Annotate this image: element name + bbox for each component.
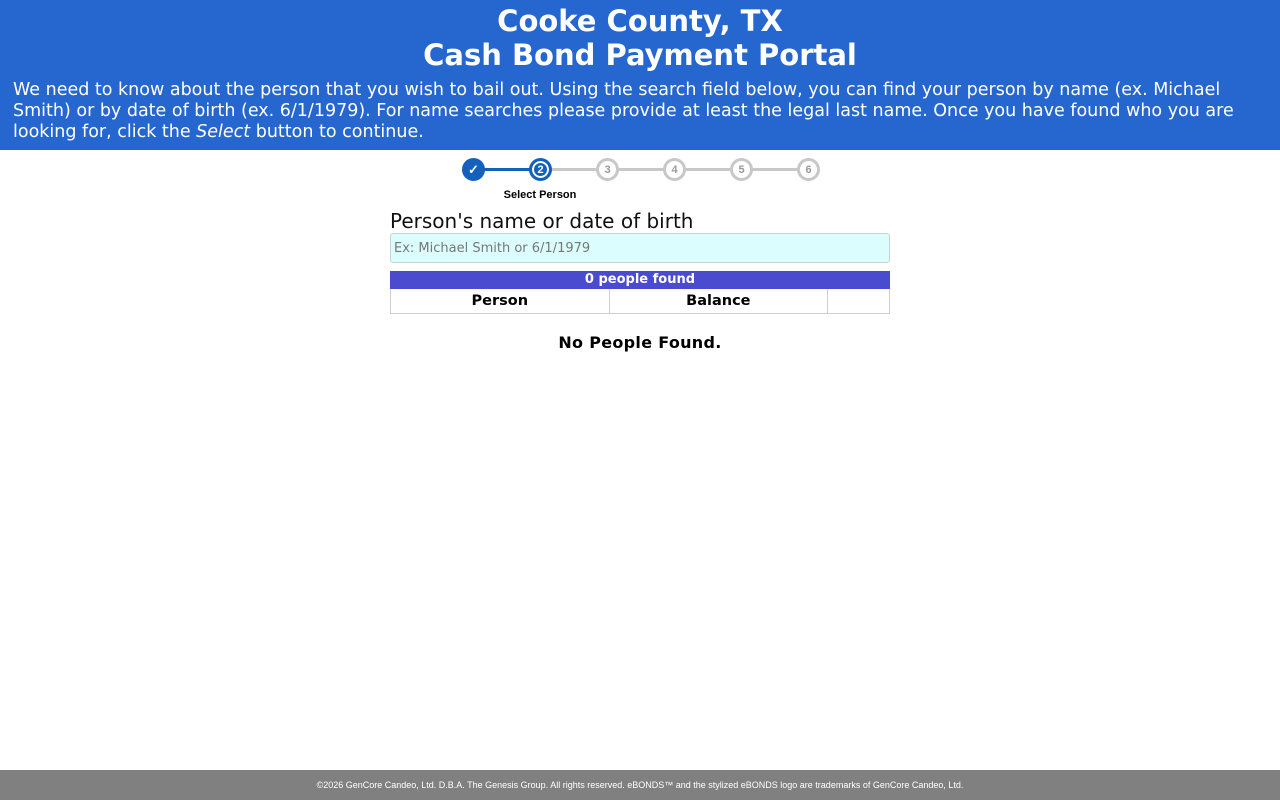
search-label: Person's name or date of birth: [390, 209, 694, 233]
intro-text: We need to know about the person that yo…: [13, 80, 1267, 143]
person-search-input[interactable]: [390, 233, 890, 263]
step-6: 6: [797, 158, 820, 181]
results-header-row: Person Balance: [390, 289, 890, 314]
page-header: Cooke County, TX Cash Bond Payment Porta…: [0, 0, 1280, 150]
intro-text-emphasis: Select: [196, 122, 251, 142]
step-3: 3: [596, 158, 619, 181]
step-4: 4: [663, 158, 686, 181]
progress-stepper: ✓ 2 3 4 5 6 Select Person: [462, 158, 820, 202]
results-section: 0 people found Person Balance: [390, 271, 890, 314]
column-header-person: Person: [390, 289, 610, 314]
current-step-label: Select Person: [503, 189, 577, 201]
county-title: Cooke County, TX: [497, 4, 783, 38]
portal-title: Cash Bond Payment Portal: [423, 38, 857, 72]
step-2: 2: [529, 158, 552, 181]
step-5: 5: [730, 158, 753, 181]
column-header-balance: Balance: [608, 289, 829, 314]
results-table: Person Balance: [390, 289, 890, 314]
results-count-bar: 0 people found: [390, 271, 890, 289]
page-footer: ©2026 GenCore Candeo, Ltd. D.B.A. The Ge…: [0, 770, 1280, 800]
step-1-check-icon: ✓: [462, 158, 485, 181]
search-section: Person's name or date of birth: [390, 210, 890, 263]
column-header-action: [827, 289, 890, 314]
no-results-message: No People Found.: [558, 333, 722, 352]
intro-text-after: button to continue.: [250, 122, 424, 142]
